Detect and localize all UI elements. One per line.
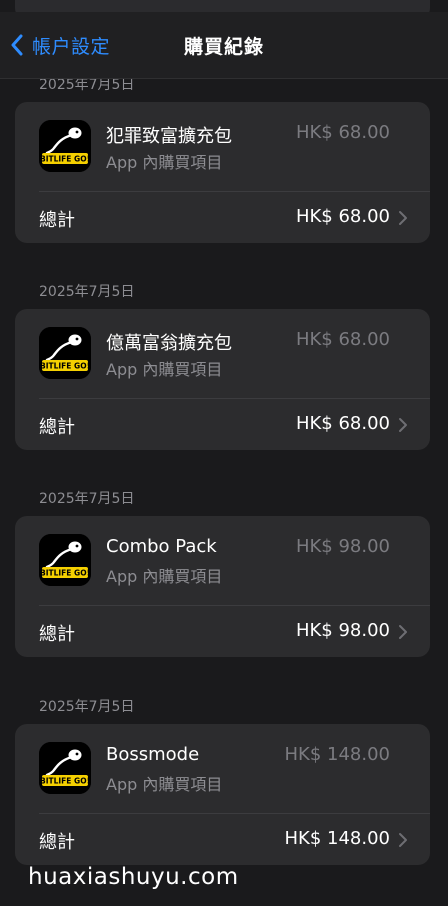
item-price: HK$ 68.00 xyxy=(295,329,390,350)
chevron-right-icon xyxy=(399,833,407,847)
page-title: 購買紀錄 xyxy=(183,36,264,58)
svg-text:BITLIFE GO!: BITLIFE GO! xyxy=(40,362,90,371)
bitlife-go-icon: BITLIFE GO! xyxy=(39,120,91,172)
item-name: 犯罪致富擴充包 xyxy=(106,126,232,147)
chevron-right-icon xyxy=(399,418,407,432)
svg-text:BITLIFE GO!: BITLIFE GO! xyxy=(40,569,90,578)
total-row[interactable]: 總計 HK$ 98.00 xyxy=(15,606,430,657)
item-type: App 內購買項目 xyxy=(106,775,223,794)
purchase-date: 2025年7月5日 xyxy=(39,284,135,300)
total-row[interactable]: 總計 HK$ 68.00 xyxy=(15,399,430,450)
total-row[interactable]: 總計 HK$ 68.00 xyxy=(15,192,430,243)
total-price: HK$ 68.00 xyxy=(295,206,390,227)
bitlife-go-icon: BITLIFE GO! xyxy=(39,742,91,794)
svg-text:BITLIFE GO!: BITLIFE GO! xyxy=(40,155,90,164)
purchase-card: BITLIFE GO! 億萬富翁擴充包 App 內購買項目 HK$ 68.00 … xyxy=(15,309,430,450)
item-price: HK$ 98.00 xyxy=(295,536,390,557)
item-type: App 內購買項目 xyxy=(106,567,223,586)
purchase-card: BITLIFE GO! Bossmode App 內購買項目 HK$ 148.0… xyxy=(15,724,430,865)
item-name: Combo Pack xyxy=(106,536,217,557)
total-label: 總計 xyxy=(39,832,75,853)
total-label: 總計 xyxy=(39,624,75,645)
watermark: huaxiashuyu.com xyxy=(28,864,239,890)
total-price: HK$ 148.00 xyxy=(284,828,391,849)
bitlife-go-icon: BITLIFE GO! xyxy=(39,534,91,586)
total-label: 總計 xyxy=(39,210,75,231)
item-name: Bossmode xyxy=(106,744,200,765)
item-name: 億萬富翁擴充包 xyxy=(106,333,232,354)
item-type: App 內購買項目 xyxy=(106,360,223,379)
purchase-date: 2025年7月5日 xyxy=(39,699,135,715)
purchase-card: BITLIFE GO! 犯罪致富擴充包 App 內購買項目 HK$ 68.00 … xyxy=(15,102,430,243)
total-price: HK$ 98.00 xyxy=(295,620,390,641)
purchase-date: 2025年7月5日 xyxy=(39,491,135,507)
bitlife-go-icon: BITLIFE GO! xyxy=(39,327,91,379)
navigation-bar: 帳户設定 購買紀錄 xyxy=(0,12,448,79)
purchase-card: BITLIFE GO! Combo Pack App 內購買項目 HK$ 98.… xyxy=(15,516,430,657)
svg-text:BITLIFE GO!: BITLIFE GO! xyxy=(40,777,90,786)
chevron-right-icon xyxy=(399,211,407,225)
item-price: HK$ 148.00 xyxy=(284,744,391,765)
total-row[interactable]: 總計 HK$ 148.00 xyxy=(15,814,430,865)
item-type: App 內購買項目 xyxy=(106,153,223,172)
chevron-right-icon xyxy=(399,625,407,639)
total-price: HK$ 68.00 xyxy=(295,413,390,434)
total-label: 總計 xyxy=(39,417,75,438)
item-price: HK$ 68.00 xyxy=(295,122,390,143)
